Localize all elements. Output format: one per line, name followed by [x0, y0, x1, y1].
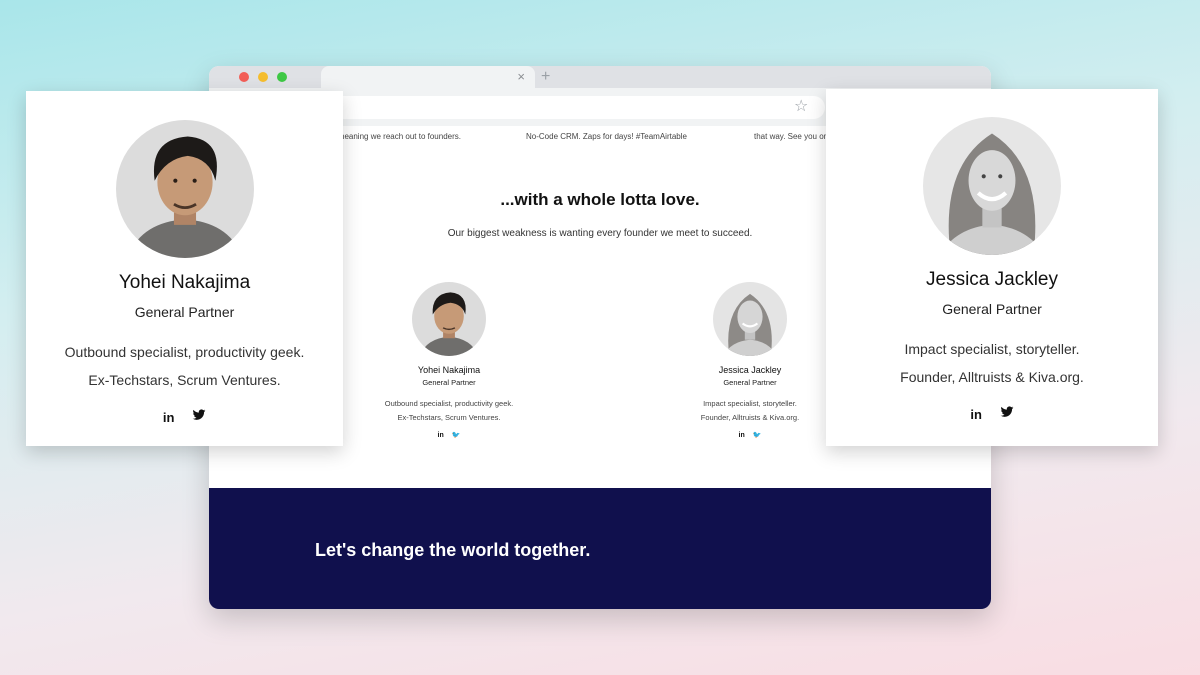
new-tab-button[interactable]: +	[541, 67, 550, 87]
member-role: General Partner	[723, 378, 777, 387]
member-bio-line-2: Ex-Techstars, Scrum Ventures.	[397, 413, 501, 422]
member-bio-line-2: Founder, Alltruists & Kiva.org.	[900, 369, 1084, 385]
browser-tab[interactable]: ×	[321, 66, 535, 88]
address-bar[interactable]	[329, 96, 825, 119]
avatar	[412, 282, 486, 356]
minimize-window-button[interactable]	[258, 72, 268, 82]
linkedin-icon[interactable]: in	[970, 407, 982, 422]
member-description: Outbound specialist, productivity geek. …	[26, 338, 343, 394]
twitter-icon[interactable]	[192, 408, 206, 422]
close-window-button[interactable]	[239, 72, 249, 82]
member-name: Yohei Nakajima	[118, 272, 251, 293]
banner-title: Let's change the world together.	[315, 540, 591, 560]
linkedin-icon[interactable]: in	[739, 432, 745, 439]
member-name: Jessica Jackley	[926, 269, 1058, 290]
linkedin-icon[interactable]: in	[163, 410, 175, 425]
member-bio-line-1: Impact specialist, storyteller.	[703, 399, 797, 408]
avatar	[923, 117, 1061, 255]
member-bio-line-1: Impact specialist, storyteller.	[904, 341, 1080, 357]
cta-banner: Let's change the world together.	[209, 488, 991, 609]
twitter-icon[interactable]: 🐦	[452, 432, 461, 439]
team-member-mini-jessica: Jessica Jackley General Partner Impact s…	[655, 282, 845, 439]
avatar	[115, 120, 254, 258]
member-role: General Partner	[942, 301, 1042, 317]
twitter-icon[interactable]: 🐦	[753, 432, 762, 439]
social-links: in	[26, 408, 343, 425]
twitter-icon[interactable]	[1000, 405, 1014, 419]
close-tab-icon[interactable]: ×	[517, 69, 525, 85]
maximize-window-button[interactable]	[277, 72, 287, 82]
member-bio-line-1: Outbound specialist, productivity geek.	[384, 399, 514, 408]
member-bio-line-2: Ex-Techstars, Scrum Ventures.	[88, 372, 281, 388]
member-bio-line-2: Founder, Alltruists & Kiva.org.	[700, 413, 800, 422]
member-description: Outbound specialist, productivity geek. …	[354, 397, 544, 425]
linkedin-icon[interactable]: in	[438, 432, 444, 439]
member-role: General Partner	[134, 304, 235, 320]
member-description: Impact specialist, storyteller. Founder,…	[655, 397, 845, 425]
team-member-card-yohei: Yohei Nakajima General Partner Outbound …	[26, 91, 343, 446]
team-member-mini-yohei: Yohei Nakajima General Partner Outbound …	[354, 282, 544, 439]
ticker-text-right: that way. See you on Z	[754, 132, 836, 141]
social-links: in 🐦	[655, 431, 845, 439]
title-bar: × +	[209, 66, 991, 88]
avatar	[713, 282, 787, 356]
member-description: Impact specialist, storyteller. Founder,…	[826, 335, 1158, 391]
member-name: Yohei Nakajima	[417, 365, 481, 375]
ticker-text-middle: No-Code CRM. Zaps for days! #TeamAirtabl…	[526, 132, 687, 141]
social-links: in	[826, 405, 1158, 422]
social-links: in 🐦	[354, 431, 544, 439]
member-name: Jessica Jackley	[718, 365, 782, 375]
team-member-card-jessica: Jessica Jackley General Partner Impact s…	[826, 89, 1158, 446]
member-bio-line-1: Outbound specialist, productivity geek.	[64, 344, 305, 360]
bookmark-star-icon[interactable]: ☆	[794, 97, 808, 117]
member-role: General Partner	[422, 378, 476, 387]
